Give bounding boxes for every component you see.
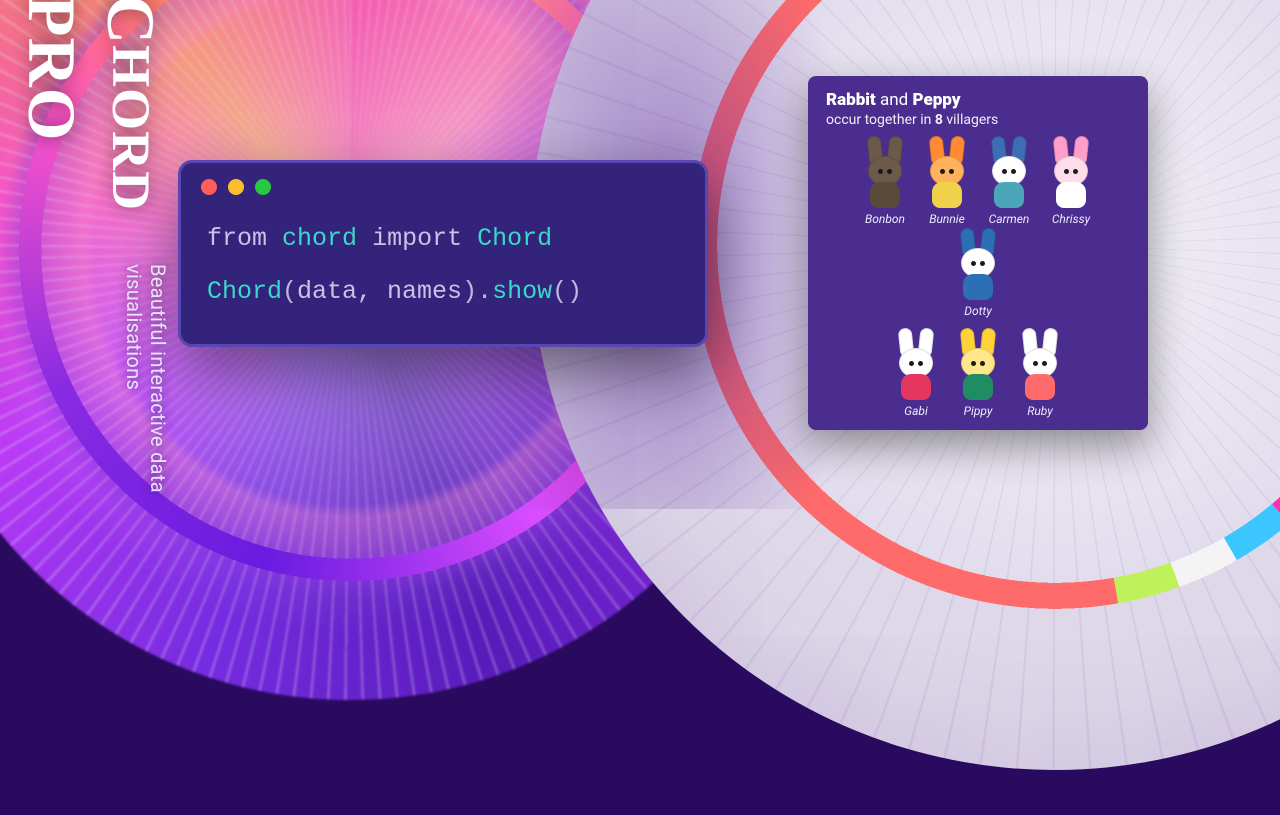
code-method: show bbox=[492, 277, 552, 306]
villager-icon bbox=[953, 334, 1003, 400]
maximize-icon[interactable] bbox=[255, 179, 271, 195]
tooltip-count: 8 bbox=[935, 112, 943, 128]
product-title: CHORD PRO bbox=[12, 0, 170, 260]
tooltip-title: Rabbit and Peppy bbox=[826, 90, 1130, 110]
villager-icon bbox=[984, 142, 1034, 208]
villager-icon bbox=[860, 142, 910, 208]
villager-label: Chrissy bbox=[1052, 212, 1090, 226]
villager-item: Pippy bbox=[949, 334, 1007, 418]
tooltip-cat-b: Peppy bbox=[912, 90, 960, 110]
tooltip-cat-a: Rabbit bbox=[826, 90, 876, 110]
close-icon[interactable] bbox=[201, 179, 217, 195]
product-subtitle: Beautiful interactive data visualisation… bbox=[12, 264, 170, 515]
villager-icon bbox=[953, 234, 1003, 300]
villager-label: Dotty bbox=[964, 304, 991, 318]
code-args: data, names bbox=[297, 277, 462, 306]
villager-item: Ruby bbox=[1011, 334, 1069, 418]
villager-label: Carmen bbox=[989, 212, 1030, 226]
villager-icon bbox=[891, 334, 941, 400]
minimize-icon[interactable] bbox=[228, 179, 244, 195]
tooltip-sub-pre: occur together in bbox=[826, 112, 935, 128]
code-sample-card: from chord import Chord Chord(data, name… bbox=[178, 160, 708, 347]
villager-grid: Bonbon Bunnie Carmen Chrissy Dotty Gabi Pippy R… bbox=[826, 142, 1130, 418]
title-rest: HORD bbox=[101, 45, 161, 211]
villager-label: Ruby bbox=[1027, 404, 1053, 418]
villager-label: Gabi bbox=[904, 404, 928, 418]
tooltip-subtitle: occur together in 8 villagers bbox=[826, 112, 1130, 128]
title-pro: PRO bbox=[14, 0, 90, 142]
villager-label: Bonbon bbox=[865, 212, 905, 226]
villager-label: Bunnie bbox=[929, 212, 965, 226]
code-block: from chord import Chord Chord(data, name… bbox=[181, 203, 705, 318]
code-kw-import: import bbox=[372, 224, 462, 253]
villager-item: Dotty bbox=[949, 234, 1007, 318]
tooltip-sub-post: villagers bbox=[943, 112, 998, 128]
villager-icon bbox=[1046, 142, 1096, 208]
villager-label: Pippy bbox=[964, 404, 993, 418]
window-traffic-lights bbox=[181, 163, 705, 203]
villager-item: Carmen bbox=[980, 142, 1038, 226]
title-cap: C bbox=[93, 0, 169, 45]
villager-icon bbox=[922, 142, 972, 208]
villager-item: Bunnie bbox=[918, 142, 976, 226]
code-class: Chord bbox=[477, 224, 552, 253]
code-kw-from: from bbox=[207, 224, 267, 253]
code-ctor: Chord bbox=[207, 277, 282, 306]
villager-item: Chrissy bbox=[1042, 142, 1100, 226]
villager-item: Gabi bbox=[887, 334, 945, 418]
code-module: chord bbox=[282, 224, 357, 253]
tooltip-and: and bbox=[880, 90, 908, 110]
villager-icon bbox=[1015, 334, 1065, 400]
villager-item: Bonbon bbox=[856, 142, 914, 226]
product-title-block: CHORD PRO Beautiful interactive data vis… bbox=[12, 0, 170, 515]
chord-tooltip: Rabbit and Peppy occur together in 8 vil… bbox=[808, 76, 1148, 430]
